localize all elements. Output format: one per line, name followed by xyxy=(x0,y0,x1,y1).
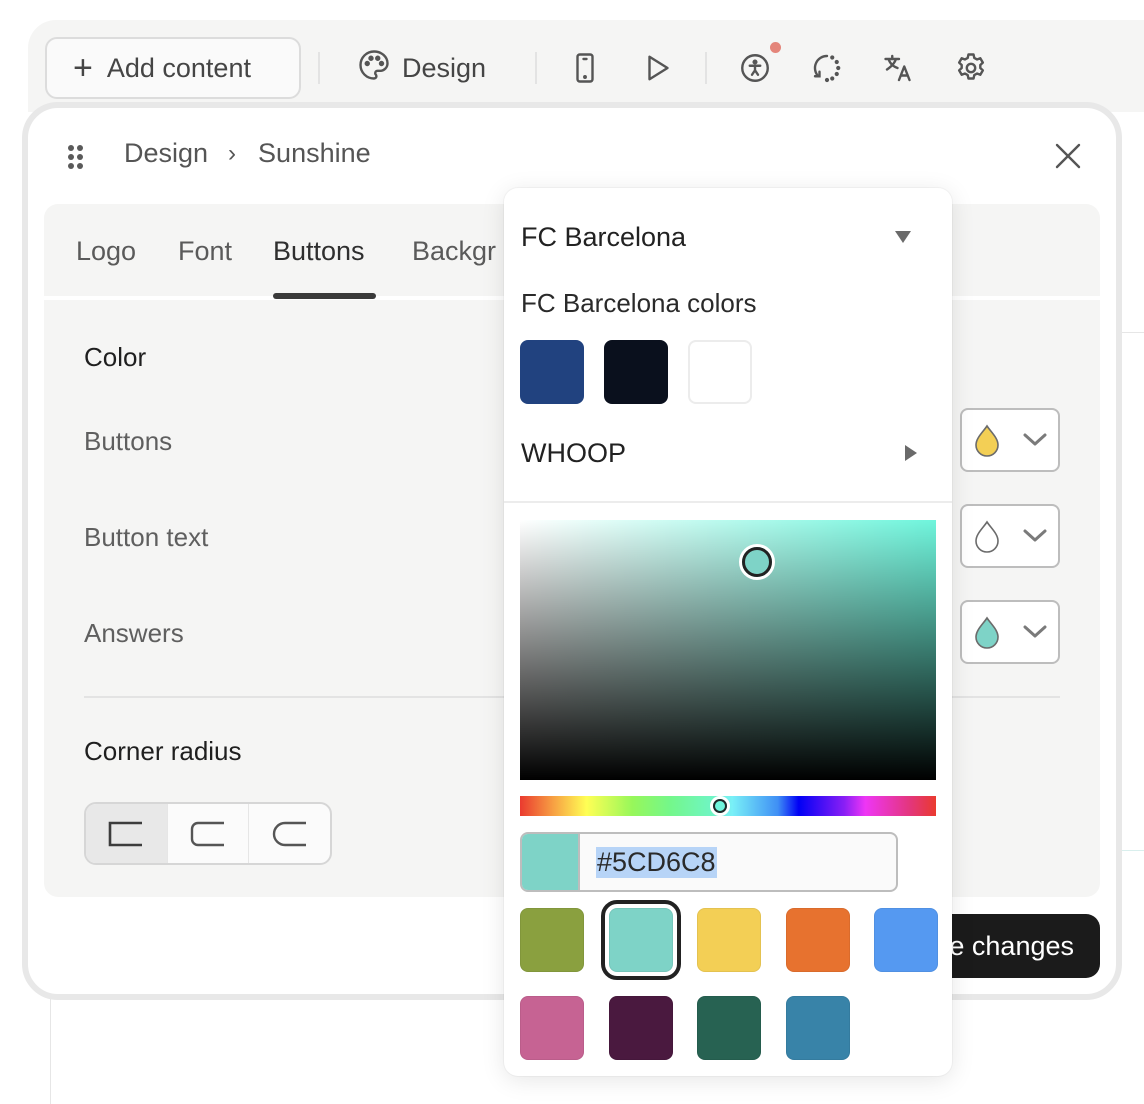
brand-kit-whoop-label: WHOOP xyxy=(521,437,626,468)
notification-badge xyxy=(770,42,781,53)
preset-color-swatch[interactable] xyxy=(600,900,681,980)
toolbar-divider xyxy=(705,52,707,84)
chevron-down-icon xyxy=(1023,529,1047,542)
corner-rounded-option[interactable] xyxy=(168,804,250,863)
preset-color-swatch[interactable] xyxy=(697,996,761,1060)
accessibility-icon[interactable] xyxy=(736,49,774,87)
saturation-value-area[interactable] xyxy=(520,520,936,780)
palette-icon xyxy=(356,47,392,90)
hex-value[interactable]: #5CD6C8 xyxy=(596,846,717,878)
color-drop-icon xyxy=(975,616,999,649)
brand-kit-whoop[interactable]: WHOOP xyxy=(521,436,919,470)
preset-color-swatch[interactable] xyxy=(608,996,673,1060)
buttons-color-dropdown[interactable] xyxy=(960,408,1060,472)
settings-icon[interactable] xyxy=(952,49,990,87)
page-divider xyxy=(50,990,51,1104)
corner-radius-title: Corner radius xyxy=(84,736,242,766)
tab-logo[interactable]: Logo xyxy=(76,236,136,267)
answers-color-label: Answers xyxy=(84,618,184,648)
breadcrumb-item-design[interactable]: Design xyxy=(124,138,208,169)
preset-color-swatch[interactable] xyxy=(520,996,584,1060)
design-label: Design xyxy=(402,52,487,83)
preset-color-swatch[interactable] xyxy=(785,908,850,972)
add-content-label: Add content xyxy=(106,52,251,83)
chevron-right-icon: › xyxy=(228,139,237,167)
drag-handle-icon[interactable] xyxy=(66,143,86,171)
translate-icon[interactable] xyxy=(880,49,918,87)
chevron-down-icon xyxy=(1023,625,1047,638)
brand-color-swatch[interactable] xyxy=(604,340,668,404)
breadcrumb: Design › Sunshine xyxy=(124,138,371,169)
preset-color-swatch[interactable] xyxy=(785,996,850,1060)
color-preview-swatch xyxy=(522,834,580,890)
picker-divider xyxy=(504,501,952,503)
color-drop-icon xyxy=(975,520,999,553)
breadcrumb-item-theme: Sunshine xyxy=(258,138,371,168)
preset-color-swatch[interactable] xyxy=(520,908,584,972)
buttons-color-label: Buttons xyxy=(84,426,173,456)
corner-square-option[interactable] xyxy=(86,804,168,863)
tab-font[interactable]: Font xyxy=(178,236,232,267)
saturation-handle[interactable] xyxy=(739,543,776,580)
caret-right-icon xyxy=(905,445,917,461)
caret-down-icon xyxy=(895,231,911,243)
play-icon[interactable] xyxy=(638,49,676,87)
add-content-button[interactable]: + Add content xyxy=(45,37,301,99)
toolbar-divider xyxy=(318,52,320,84)
mobile-preview-icon[interactable] xyxy=(566,49,604,87)
button-text-color-label: Button text xyxy=(84,522,209,552)
tab-background[interactable]: Backgr xyxy=(412,236,496,267)
hex-color-field[interactable]: #5CD6C8 xyxy=(520,832,898,892)
color-section-title: Color xyxy=(84,342,147,372)
answers-color-dropdown[interactable] xyxy=(960,600,1060,664)
hue-handle[interactable] xyxy=(709,796,730,816)
brand-color-swatch[interactable] xyxy=(688,340,752,404)
plus-icon: + xyxy=(73,49,93,87)
color-drop-icon xyxy=(975,424,999,457)
close-icon[interactable] xyxy=(1050,138,1086,174)
tab-buttons[interactable]: Buttons xyxy=(273,236,365,267)
brand-kit-select-value: FC Barcelona xyxy=(521,221,687,252)
active-tab-indicator xyxy=(273,293,376,299)
hue-slider[interactable] xyxy=(520,796,936,816)
toolbar-divider xyxy=(535,52,537,84)
button-text-color-dropdown[interactable] xyxy=(960,504,1060,568)
corner-pill-option[interactable] xyxy=(249,804,330,863)
history-icon[interactable] xyxy=(808,49,846,87)
preset-color-swatch[interactable] xyxy=(874,908,938,972)
brand-palette-title: FC Barcelona colors xyxy=(521,288,757,318)
brand-kit-select[interactable]: FC Barcelona xyxy=(521,220,921,254)
color-picker-popover: FC Barcelona FC Barcelona colors WHOOP #… xyxy=(504,188,952,1076)
hex-input[interactable]: #5CD6C8 xyxy=(580,834,717,890)
brand-color-swatch[interactable] xyxy=(520,340,584,404)
design-button[interactable]: Design xyxy=(356,48,486,88)
preset-color-swatch[interactable] xyxy=(697,908,761,972)
corner-radius-selector xyxy=(84,802,332,865)
chevron-down-icon xyxy=(1023,433,1047,446)
